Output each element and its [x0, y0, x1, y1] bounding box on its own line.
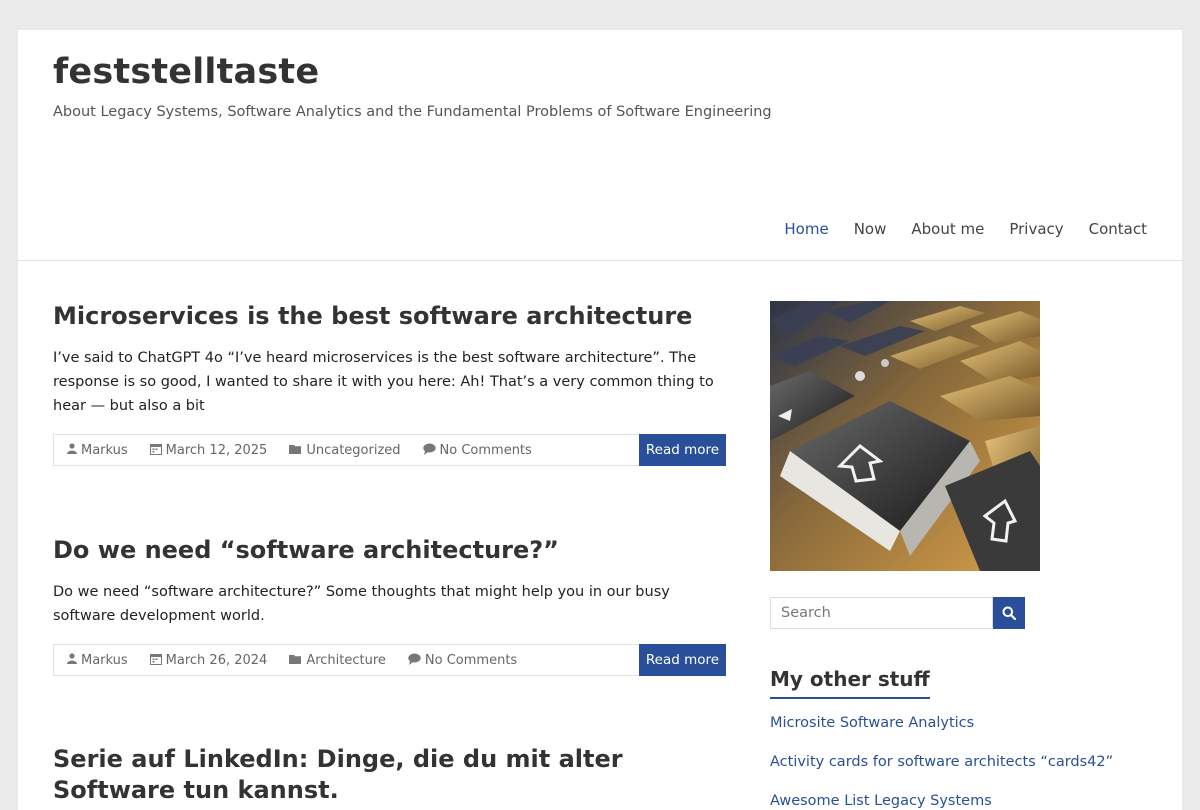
- post-date[interactable]: March 26, 2024: [166, 653, 268, 668]
- post-comments[interactable]: No Comments: [440, 443, 532, 458]
- widget-links: Microsite Software Analytics Activity ca…: [770, 713, 1140, 810]
- post-author[interactable]: Markus: [81, 653, 128, 668]
- post-title[interactable]: Microservices is the best software archi…: [53, 301, 726, 332]
- main-navigation: Home Now About me Privacy Contact: [784, 220, 1147, 238]
- post-title[interactable]: Serie auf LinkedIn: Dinge, die du mit al…: [53, 744, 726, 806]
- post-category[interactable]: Architecture: [306, 653, 386, 668]
- post-meta: Markus March 26, 2024 Architecture No Co…: [53, 644, 726, 677]
- post-category[interactable]: Uncategorized: [306, 443, 400, 458]
- post-article: Microservices is the best software archi…: [53, 301, 726, 467]
- nav-about-me[interactable]: About me: [911, 220, 984, 238]
- site-tagline: About Legacy Systems, Software Analytics…: [53, 104, 772, 120]
- post-meta: Markus March 12, 2025 Uncategorized No C…: [53, 434, 726, 467]
- folder-icon: [289, 444, 302, 457]
- keyboard-image: [770, 301, 1040, 571]
- page-container: feststelltaste About Legacy Systems, Sof…: [18, 30, 1182, 810]
- nav-now[interactable]: Now: [854, 220, 887, 238]
- post-excerpt: Do we need “software architecture?” Some…: [53, 584, 670, 625]
- user-icon: [67, 443, 77, 457]
- user-icon: [67, 653, 77, 667]
- comment-icon: [422, 443, 436, 458]
- link-awesome-list-legacy[interactable]: Awesome List Legacy Systems: [770, 791, 1140, 810]
- sidebar: My other stuff Microsite Software Analyt…: [770, 301, 1140, 810]
- link-activity-cards[interactable]: Activity cards for software architects “…: [770, 752, 1140, 772]
- nav-home[interactable]: Home: [784, 220, 828, 238]
- read-more-button[interactable]: Read more: [639, 644, 726, 677]
- search-input[interactable]: [770, 597, 993, 629]
- folder-icon: [289, 654, 302, 667]
- post-date[interactable]: March 12, 2025: [166, 443, 268, 458]
- link-microsite-software-analytics[interactable]: Microsite Software Analytics: [770, 713, 1140, 733]
- widget-title: My other stuff: [770, 667, 930, 699]
- post-title[interactable]: Do we need “software architecture?”: [53, 535, 726, 566]
- post-comments[interactable]: No Comments: [425, 653, 517, 668]
- search-button[interactable]: [993, 597, 1025, 629]
- calendar-icon: [149, 653, 162, 668]
- read-more-button[interactable]: Read more: [639, 434, 726, 467]
- nav-contact[interactable]: Contact: [1089, 220, 1147, 238]
- header-divider: [18, 260, 1182, 261]
- site-title[interactable]: feststelltaste: [53, 52, 319, 92]
- calendar-icon: [149, 443, 162, 458]
- post-article: Serie auf LinkedIn: Dinge, die du mit al…: [53, 744, 726, 806]
- post-author[interactable]: Markus: [81, 443, 128, 458]
- search-form: [770, 597, 1025, 629]
- post-excerpt: I’ve said to ChatGPT 4o “I’ve heard micr…: [53, 350, 714, 415]
- post-article: Do we need “software architecture?” Do w…: [53, 535, 726, 677]
- search-icon: [1002, 606, 1016, 620]
- nav-privacy[interactable]: Privacy: [1009, 220, 1063, 238]
- comment-icon: [408, 653, 421, 668]
